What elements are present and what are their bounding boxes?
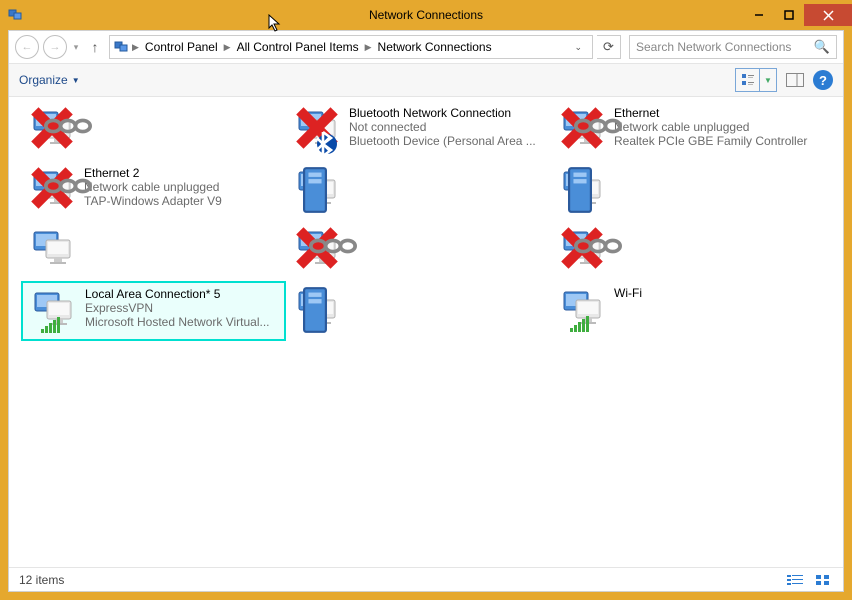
connection-device: Realtek PCIe GBE Family Controller bbox=[614, 134, 809, 148]
breadcrumb-item[interactable]: All Control Panel Items bbox=[233, 40, 363, 54]
network-connection-item[interactable] bbox=[286, 221, 551, 279]
network-connection-item[interactable] bbox=[286, 161, 551, 219]
refresh-button[interactable]: ⟳ bbox=[597, 35, 621, 59]
connection-info: Wi-Fi bbox=[614, 286, 809, 300]
search-placeholder: Search Network Connections bbox=[636, 40, 791, 54]
close-button[interactable] bbox=[804, 4, 852, 26]
connection-status: Network cable unplugged bbox=[84, 180, 279, 194]
network-adapter-icon bbox=[558, 106, 606, 154]
status-bar: 12 items bbox=[9, 567, 843, 591]
network-adapter-icon bbox=[558, 286, 606, 334]
up-button[interactable]: ↑ bbox=[85, 39, 105, 55]
chevron-right-icon[interactable]: ▶ bbox=[132, 42, 139, 53]
breadcrumb-path[interactable]: ▶ Control Panel ▶ All Control Panel Item… bbox=[109, 35, 593, 59]
connection-info: Bluetooth Network ConnectionNot connecte… bbox=[349, 106, 544, 148]
window-buttons bbox=[744, 4, 852, 26]
network-connection-item[interactable] bbox=[21, 101, 286, 159]
connection-device: Microsoft Hosted Network Virtual... bbox=[85, 315, 278, 329]
window-title: Network Connections bbox=[369, 8, 483, 22]
connection-name: Bluetooth Network Connection bbox=[349, 106, 544, 120]
network-adapter-icon bbox=[29, 287, 77, 335]
connection-status: Not connected bbox=[349, 120, 544, 134]
search-icon[interactable]: 🔍 bbox=[814, 39, 830, 55]
search-input[interactable]: Search Network Connections 🔍 bbox=[629, 35, 837, 59]
connection-device: Bluetooth Device (Personal Area ... bbox=[349, 134, 544, 148]
history-dropdown[interactable]: ▾ bbox=[71, 42, 81, 53]
forward-button[interactable]: → bbox=[43, 35, 67, 59]
chevron-right-icon[interactable]: ▶ bbox=[365, 42, 372, 53]
item-count: 12 items bbox=[19, 573, 64, 587]
breadcrumb-item[interactable]: Network Connections bbox=[374, 40, 496, 54]
network-adapter-icon bbox=[558, 166, 606, 214]
large-icons-view-icon[interactable] bbox=[813, 572, 833, 588]
titlebar[interactable]: Network Connections bbox=[0, 0, 852, 30]
preview-pane-button[interactable] bbox=[783, 68, 807, 92]
network-connection-item[interactable]: Ethernet 2Network cable unpluggedTAP-Win… bbox=[21, 161, 286, 219]
connection-name: Wi-Fi bbox=[614, 286, 809, 300]
network-connection-item[interactable] bbox=[286, 281, 551, 341]
network-connection-item[interactable]: EthernetNetwork cable unpluggedRealtek P… bbox=[551, 101, 816, 159]
maximize-button[interactable] bbox=[774, 4, 804, 26]
network-connection-item[interactable]: Bluetooth Network ConnectionNot connecte… bbox=[286, 101, 551, 159]
view-mode-selector[interactable]: ▼ bbox=[735, 68, 777, 92]
content-area[interactable]: Bluetooth Network ConnectionNot connecte… bbox=[9, 97, 843, 567]
connection-device: TAP-Windows Adapter V9 bbox=[84, 194, 279, 208]
network-connection-item[interactable] bbox=[551, 221, 816, 279]
toolbar: Organize ▼ ▼ ? bbox=[9, 64, 843, 97]
view-tiles-icon[interactable] bbox=[736, 69, 760, 91]
connection-status: Network cable unplugged bbox=[614, 120, 809, 134]
back-button[interactable]: ← bbox=[15, 35, 39, 59]
network-adapter-icon bbox=[293, 106, 341, 154]
network-adapter-icon bbox=[293, 166, 341, 214]
connection-info: Local Area Connection* 5ExpressVPNMicros… bbox=[85, 287, 278, 329]
chevron-down-icon: ▼ bbox=[72, 76, 80, 85]
connection-info: Ethernet 2Network cable unpluggedTAP-Win… bbox=[84, 166, 279, 208]
details-view-icon[interactable] bbox=[785, 572, 805, 588]
minimize-button[interactable] bbox=[744, 4, 774, 26]
view-dropdown[interactable]: ▼ bbox=[760, 69, 776, 91]
help-button[interactable]: ? bbox=[813, 70, 833, 90]
network-adapter-icon bbox=[28, 226, 76, 274]
network-adapter-icon bbox=[28, 166, 76, 214]
path-dropdown[interactable]: ⌄ bbox=[568, 42, 588, 53]
window-icon bbox=[8, 7, 24, 23]
connection-name: Ethernet bbox=[614, 106, 809, 120]
path-icon bbox=[114, 38, 130, 57]
organize-label: Organize bbox=[19, 73, 68, 87]
connection-status: ExpressVPN bbox=[85, 301, 278, 315]
network-adapter-icon bbox=[293, 226, 341, 274]
network-connection-item[interactable]: Local Area Connection* 5ExpressVPNMicros… bbox=[21, 281, 286, 341]
address-bar: ← → ▾ ↑ ▶ Control Panel ▶ All Control Pa… bbox=[9, 31, 843, 64]
network-connection-item[interactable] bbox=[21, 221, 286, 279]
connection-name: Ethernet 2 bbox=[84, 166, 279, 180]
network-connection-item[interactable]: Wi-Fi bbox=[551, 281, 816, 341]
network-adapter-icon bbox=[293, 286, 341, 334]
network-connection-item[interactable] bbox=[551, 161, 816, 219]
network-adapter-icon bbox=[28, 106, 76, 154]
network-adapter-icon bbox=[558, 226, 606, 274]
connection-info: EthernetNetwork cable unpluggedRealtek P… bbox=[614, 106, 809, 148]
connection-name: Local Area Connection* 5 bbox=[85, 287, 278, 301]
chevron-right-icon[interactable]: ▶ bbox=[224, 42, 231, 53]
breadcrumb-item[interactable]: Control Panel bbox=[141, 40, 222, 54]
organize-menu[interactable]: Organize ▼ bbox=[19, 73, 80, 87]
